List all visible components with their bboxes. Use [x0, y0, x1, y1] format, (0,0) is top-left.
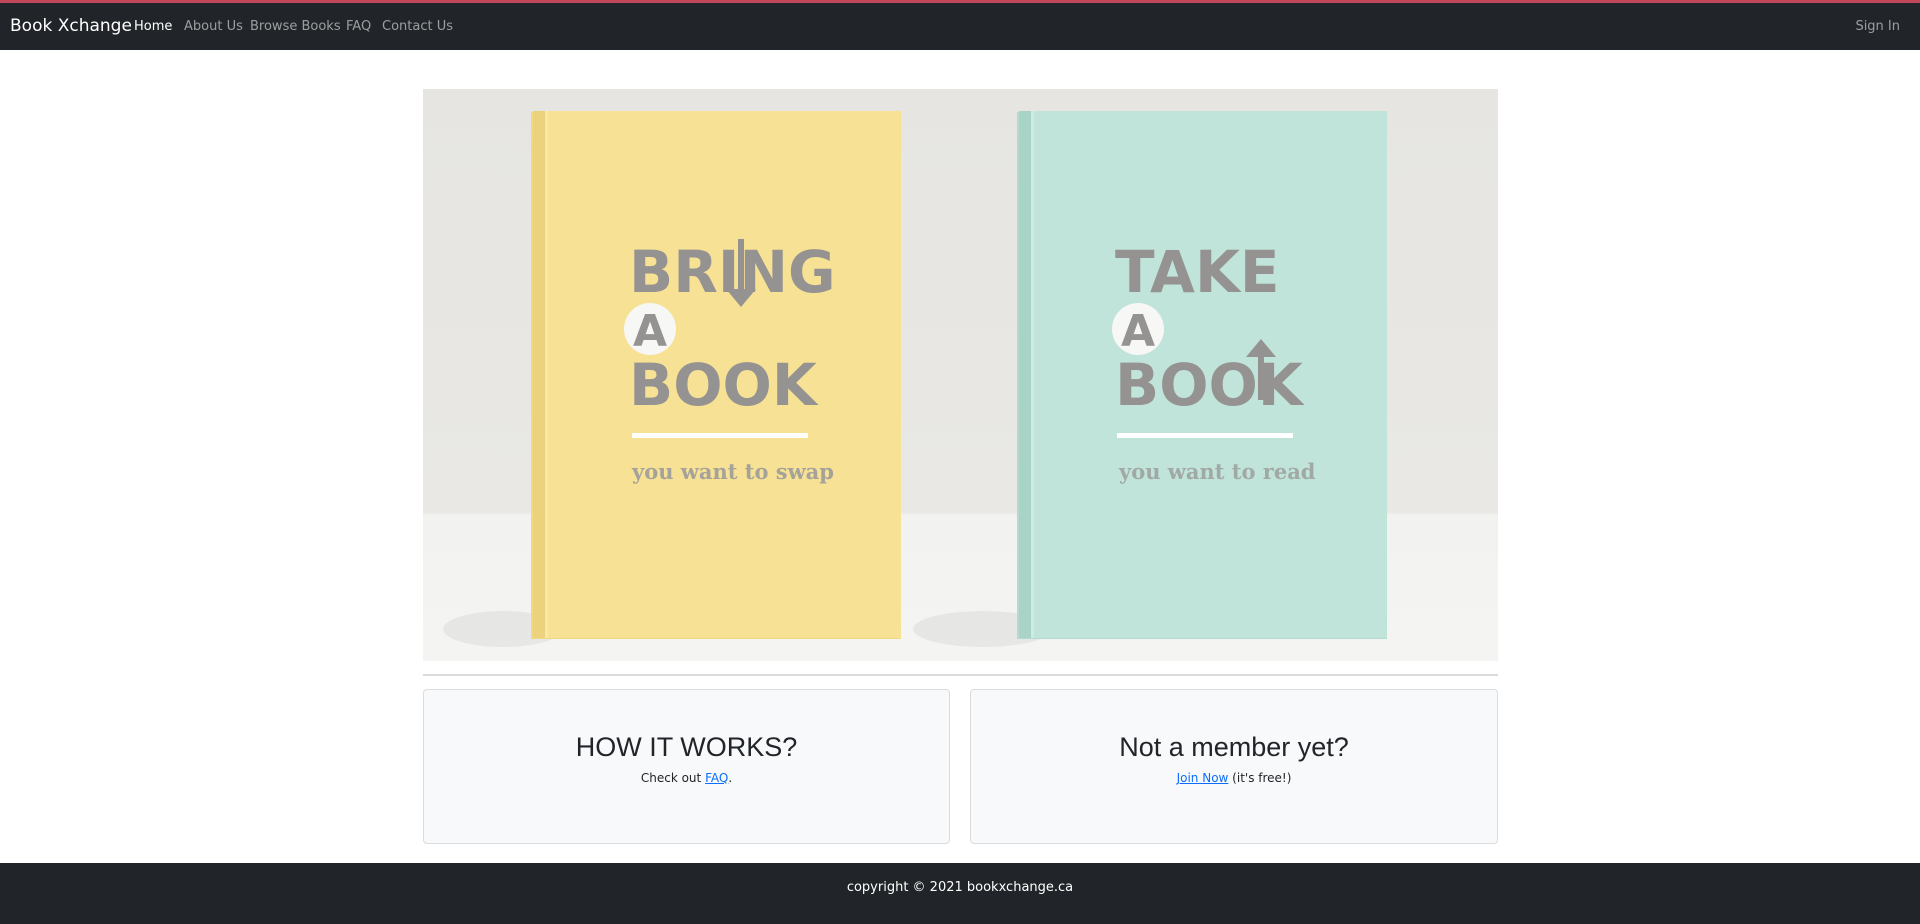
- membership-card: Not a member yet? Join Now (it's free!): [970, 689, 1498, 844]
- right-book: TAKE A BOOK you want to read: [1017, 111, 1387, 639]
- navbar: Book Xchange Home About Us Browse Books …: [0, 3, 1920, 50]
- faq-link[interactable]: FAQ: [705, 771, 728, 785]
- left-book-line3: BOOK: [629, 351, 819, 419]
- nav-contact-us[interactable]: Contact Us: [382, 3, 453, 50]
- right-book-underline: [1117, 433, 1293, 438]
- sign-in-link[interactable]: Sign In: [1855, 3, 1900, 50]
- left-book-line2: A: [633, 306, 667, 357]
- nav-about-us[interactable]: About Us: [184, 3, 243, 50]
- nav-faq[interactable]: FAQ: [346, 3, 371, 50]
- membership-title: Not a member yet?: [1119, 732, 1349, 762]
- hero-books-image: BRING A BOOK you want to swap TAKE A BOO…: [443, 111, 1387, 647]
- right-book-line2: A: [1121, 306, 1155, 357]
- how-it-works-title: HOW IT WORKS?: [575, 732, 798, 762]
- membership-text: Join Now (it's free!): [971, 771, 1497, 785]
- nav-home[interactable]: Home: [134, 3, 172, 50]
- left-book: BRING A BOOK you want to swap: [531, 111, 901, 639]
- section-divider: [423, 674, 1498, 676]
- nav-browse-books[interactable]: Browse Books: [250, 3, 341, 50]
- how-it-works-text: Check out FAQ.: [424, 771, 949, 785]
- right-book-subtitle: you want to read: [1118, 459, 1316, 484]
- footer: copyright © 2021 bookxchange.ca: [0, 863, 1920, 924]
- left-book-subtitle: you want to swap: [631, 459, 834, 484]
- how-it-works-card: HOW IT WORKS? Check out FAQ.: [423, 689, 950, 844]
- copyright-text: copyright © 2021 bookxchange.ca: [846, 880, 1074, 895]
- brand-link[interactable]: Book Xchange: [10, 3, 132, 50]
- membership-suffix: (it's free!): [1228, 771, 1292, 785]
- left-book-underline: [632, 433, 808, 438]
- how-it-works-suffix: .: [728, 771, 733, 785]
- how-it-works-prefix: Check out: [640, 771, 706, 785]
- join-now-link[interactable]: Join Now: [1177, 771, 1229, 785]
- right-book-line3: BOOK: [1115, 351, 1305, 419]
- right-book-line1: TAKE: [1115, 238, 1280, 306]
- hero-banner: BRING A BOOK you want to swap TAKE A BOO…: [423, 89, 1498, 661]
